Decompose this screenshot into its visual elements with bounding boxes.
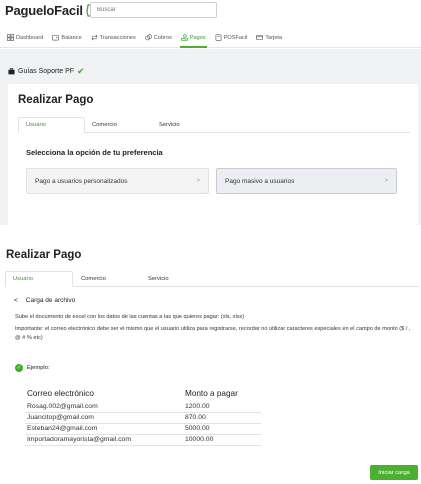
- tab-comercio[interactable]: Comercio: [85, 117, 152, 133]
- chevron-right-icon: >: [196, 178, 200, 184]
- email-cell: Rosag.002@gmail.com: [25, 401, 183, 413]
- table-row: Juancitop@gmail.com 870.00: [25, 412, 261, 424]
- nav-label: Dashboard: [16, 34, 44, 41]
- nav-label: Balance: [61, 34, 82, 41]
- nav-item-pagos[interactable]: Pagos: [179, 28, 207, 48]
- briefcase-icon: [8, 68, 15, 75]
- nav-item-tarjeta[interactable]: Tarjeta: [255, 28, 283, 48]
- nav-label: POSFacil: [223, 34, 248, 41]
- upload-tabs: Usuario Comercio Servicio: [5, 271, 419, 287]
- section-header: < Carga de archivo: [14, 297, 75, 304]
- chevron-right-icon: >: [384, 178, 388, 184]
- check-circle-icon: ✓: [15, 364, 23, 372]
- tab-usuario[interactable]: Usuario: [5, 271, 73, 287]
- coins-icon: [145, 34, 152, 41]
- payment-panel: Realizar Pago Usuario Comercio Servicio …: [8, 84, 418, 225]
- panel-title: Realizar Pago: [18, 94, 94, 106]
- nav-label: Pagos: [189, 34, 206, 41]
- tab-servicio[interactable]: Servicio: [129, 271, 189, 287]
- options-prompt: Selecciona la opción de tu preferencia: [26, 148, 163, 157]
- pos-icon: [215, 34, 222, 41]
- section-title: Carga de archivo: [25, 297, 76, 304]
- column-header-amount: Monto a pagar: [185, 388, 238, 398]
- logo-text: PagueloFacil: [5, 3, 83, 18]
- table-row: Importadoramayorista@gmail.com 10000.00: [25, 434, 261, 446]
- main-nav: Dashboard Balance Transacciones Cobros P…: [0, 28, 421, 48]
- nav-item-posfacil[interactable]: POSFacil: [214, 28, 249, 48]
- nav-item-cobros[interactable]: Cobros: [144, 28, 173, 48]
- card-icon: [256, 34, 264, 41]
- option-custom-users[interactable]: Pago a usuarios personalizados >: [26, 168, 209, 194]
- tab-usuario[interactable]: Usuario: [18, 117, 85, 133]
- nav-label: Transacciones: [99, 34, 136, 41]
- amount-cell: 870.00: [183, 412, 261, 424]
- verified-check-icon: ✔: [77, 66, 85, 76]
- amount-cell: 5000.00: [183, 423, 261, 435]
- nav-item-dashboard[interactable]: Dashboard: [6, 28, 44, 48]
- back-arrow-icon[interactable]: <: [14, 297, 18, 304]
- example-table: Correo electrónico Monto a pagar Rosag.0…: [25, 385, 261, 446]
- logo[interactable]: PagueloFacil: [5, 3, 95, 18]
- upload-instruction: Sube el documento de excel con los datos…: [15, 314, 245, 320]
- example-label: Ejemplo:: [27, 365, 50, 371]
- nav-item-balance[interactable]: Balance: [51, 28, 82, 48]
- nav-label: Cobros: [153, 34, 172, 41]
- start-upload-button[interactable]: Iniciar carga: [370, 465, 418, 480]
- grid-icon: [7, 34, 14, 41]
- option-label: Pago masivo a usuarios: [225, 177, 295, 185]
- table-row: Rosag.002@gmail.com 1200.00: [25, 401, 261, 413]
- tab-servicio[interactable]: Servicio: [152, 117, 219, 133]
- column-header-email: Correo electrónico: [27, 388, 94, 398]
- money-hand-icon: [181, 34, 188, 41]
- example-label-row: ✓ Ejemplo:: [15, 364, 50, 372]
- option-label: Pago a usuarios personalizados: [35, 177, 128, 185]
- merchant-row: Guías Soporte PF ✔: [8, 66, 85, 77]
- option-bulk-payment[interactable]: Pago masivo a usuarios >: [216, 168, 397, 194]
- table-row: Esteban24@gmail.com 5000.00: [25, 423, 261, 435]
- upload-important-note: Importante: el correo electrónico debe s…: [15, 326, 411, 341]
- email-cell: Esteban24@gmail.com: [25, 423, 183, 435]
- nav-label: Tarjeta: [265, 34, 283, 41]
- email-cell: Juancitop@gmail.com: [25, 412, 183, 424]
- table-header-row: Correo electrónico Monto a pagar: [25, 385, 261, 401]
- search-input[interactable]: [90, 2, 217, 18]
- nav-item-transacciones[interactable]: Transacciones: [90, 28, 137, 48]
- panel-tabs: Usuario Comercio Servicio: [18, 117, 410, 133]
- amount-cell: 10000.00: [183, 434, 261, 446]
- wallet-icon: [52, 34, 60, 41]
- merchant-name: Guías Soporte PF: [18, 68, 75, 75]
- tab-comercio[interactable]: Comercio: [73, 271, 129, 287]
- amount-cell: 1200.00: [183, 401, 261, 413]
- email-cell: Importadoramayorista@gmail.com: [25, 434, 183, 446]
- transfer-icon: [90, 34, 98, 41]
- upload-title: Realizar Pago: [6, 249, 82, 261]
